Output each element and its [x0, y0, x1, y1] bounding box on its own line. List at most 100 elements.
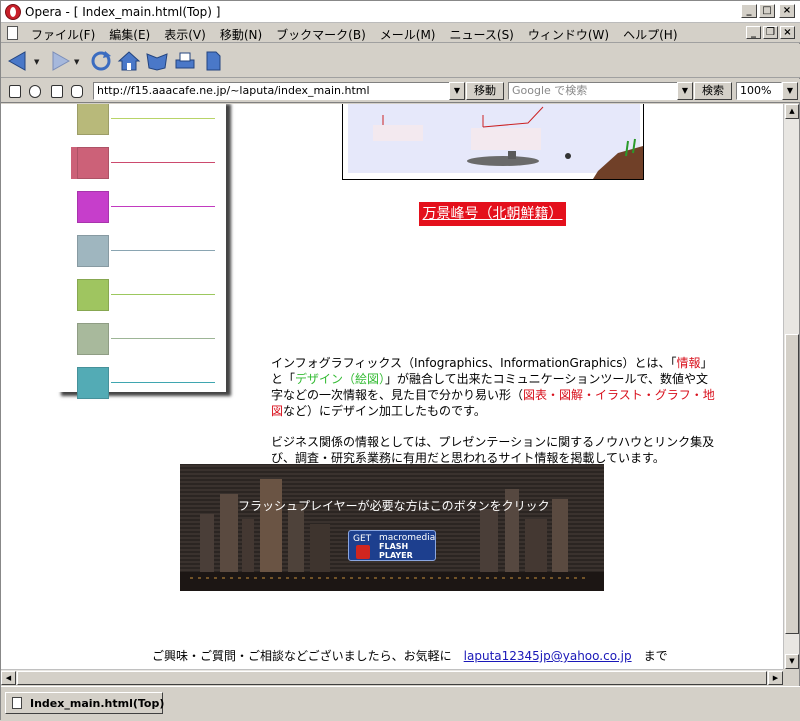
menu-navigate[interactable]: 移動(N) [220, 25, 270, 43]
zoom-field[interactable]: 100% [736, 82, 782, 100]
diagram-illustration [373, 106, 643, 179]
menu-bookmarks[interactable]: ブックマーク(B) [276, 25, 374, 43]
nav-swatch[interactable] [77, 191, 109, 223]
flash-banner: フラッシュプレイヤーが必要な方はこのボタンをクリック GET macromedi… [180, 464, 604, 591]
hotlist-icon[interactable] [145, 50, 169, 72]
menu-help[interactable]: ヘルプ(H) [623, 25, 685, 43]
url-input[interactable]: http://f15.aaacafe.ne.jp/~laputa/index_m… [93, 82, 465, 100]
doc-restore-button[interactable]: ❐ [763, 26, 778, 39]
contact-text: ご興味・ご質問・ご相談などございましたら、お気軽に [152, 649, 464, 663]
page-tab-label: Index_main.html(Top) [30, 697, 165, 710]
nav-swatch[interactable] [77, 147, 109, 179]
flash-btn-get: GET [353, 534, 372, 544]
nav-line [111, 382, 215, 383]
search-engine-dropdown-icon[interactable]: ▼ [677, 82, 693, 100]
flash-logo-icon [356, 545, 370, 559]
contact-text-end: まで [631, 649, 668, 663]
nav-line [111, 294, 215, 295]
nav-swatch[interactable] [77, 279, 109, 311]
navigation-toolbar: ▼ ▼ [1, 44, 800, 78]
nav-rose[interactable] [77, 147, 221, 179]
mangyongbong-link[interactable]: 万景峰号（北朝鮮籍） [419, 202, 566, 226]
cookie-icon[interactable] [29, 85, 41, 98]
vertical-scroll-thumb[interactable] [785, 334, 799, 634]
menu-news[interactable]: ニュース(S) [449, 25, 521, 43]
minimize-button[interactable]: _ [741, 4, 757, 18]
nav-olive[interactable] [77, 104, 221, 135]
vertical-scrollbar[interactable]: ▲ ▼ [783, 104, 799, 669]
go-button[interactable]: 移動 [466, 82, 504, 100]
intro-text: など）にデザイン加工したものです。 [283, 404, 486, 418]
contact-line: ご興味・ご質問・ご相談などございましたら、お気軽に laputa12345jp@… [152, 647, 668, 664]
nav-sage[interactable] [77, 323, 221, 355]
menu-view[interactable]: 表示(V) [164, 25, 214, 43]
opera-logo-icon [5, 4, 21, 20]
security-lock-icon[interactable] [9, 85, 21, 98]
nav-bluegray[interactable] [77, 235, 221, 267]
nav-line [111, 206, 215, 207]
menu-bar: ファイル(F) 編集(E) 表示(V) 移動(N) ブックマーク(B) メール(… [1, 23, 800, 43]
nav-line [111, 250, 215, 251]
intro-text: インフォグラフィックス（Infographics、InformationGrap… [271, 356, 677, 370]
page-tab[interactable]: Index_main.html(Top) [5, 692, 165, 714]
scroll-right-icon[interactable]: ▶ [768, 671, 783, 685]
nav-teal[interactable] [77, 367, 221, 399]
new-page-icon[interactable] [201, 50, 225, 72]
intro-highlight-info: 情報 [676, 356, 701, 370]
intro-highlight-design: デザイン（絵図） [295, 372, 386, 386]
business-paragraph: ビジネス関係の情報としては、プレゼンテーションに関するノウハウとリンク集及び、調… [271, 435, 715, 465]
intro-paragraph: インフォグラフィックス（Infographics、InformationGrap… [271, 355, 716, 419]
search-input[interactable]: Google で検索 [508, 82, 678, 100]
scroll-up-icon[interactable]: ▲ [785, 104, 799, 119]
reload-icon[interactable] [89, 50, 113, 72]
page-tab-bar: Index_main.html(Top) [1, 686, 800, 721]
menu-window[interactable]: ウィンドウ(W) [528, 25, 617, 43]
home-icon[interactable] [117, 50, 141, 72]
page-info-icon[interactable] [51, 85, 63, 98]
printer-small-icon[interactable] [71, 85, 83, 98]
nav-swatch[interactable] [77, 367, 109, 399]
title-bar: Opera - [ Index_main.html(Top) ] _ □ × [1, 1, 800, 23]
forward-arrow-icon[interactable] [47, 50, 71, 72]
nav-swatch[interactable] [77, 104, 109, 135]
horizontal-scroll-thumb[interactable] [17, 671, 767, 685]
zoom-dropdown-icon[interactable]: ▼ [782, 82, 798, 100]
search-button[interactable]: 検索 [694, 82, 732, 100]
document-icon [7, 26, 18, 40]
color-nav-panel [56, 104, 226, 399]
nav-magenta[interactable] [77, 191, 221, 223]
flash-caption: フラッシュプレイヤーが必要な方はこのボタンをクリック [238, 499, 550, 513]
flash-btn-player: PLAYER [379, 551, 413, 560]
scroll-left-icon[interactable]: ◀ [1, 671, 16, 685]
flash-btn-product: FLASH PLAYER [379, 542, 413, 560]
scroll-down-icon[interactable]: ▼ [785, 654, 799, 669]
flash-btn-flash: FLASH [379, 542, 409, 551]
forward-dropdown-icon[interactable]: ▼ [74, 58, 79, 66]
page-content: 万景峰号（北朝鮮籍） インフォグラフィックス（Infographics、Info… [1, 104, 783, 669]
get-flash-player-button[interactable]: GET macromedia FLASH PLAYER [348, 530, 436, 561]
scroll-corner [783, 669, 799, 685]
print-icon[interactable] [173, 50, 197, 72]
nav-swatch[interactable] [77, 323, 109, 355]
page-tab-icon [12, 697, 22, 709]
back-dropdown-icon[interactable]: ▼ [34, 58, 39, 66]
address-bar: http://f15.aaacafe.ne.jp/~laputa/index_m… [1, 79, 800, 103]
nav-line [111, 162, 215, 163]
menu-file[interactable]: ファイル(F) [31, 25, 103, 43]
doc-close-button[interactable]: × [780, 26, 795, 39]
doc-minimize-button[interactable]: _ [746, 26, 761, 39]
horizontal-scrollbar[interactable]: ◀ ▶ [1, 669, 783, 685]
nav-line [111, 118, 215, 119]
back-arrow-icon[interactable] [7, 50, 31, 72]
submarine-diagram-image [342, 104, 644, 180]
menu-edit[interactable]: 編集(E) [109, 25, 158, 43]
city-skyline-illustration [180, 479, 604, 591]
close-button[interactable]: × [779, 4, 795, 18]
menu-mail[interactable]: メール(M) [380, 25, 444, 43]
nav-swatch[interactable] [77, 235, 109, 267]
nav-green[interactable] [77, 279, 221, 311]
url-dropdown-icon[interactable]: ▼ [449, 82, 465, 100]
browser-window: Opera - [ Index_main.html(Top) ] _ □ × フ… [0, 0, 800, 721]
email-link[interactable]: laputa12345jp@yahoo.co.jp [464, 649, 632, 663]
maximize-button[interactable]: □ [759, 4, 775, 18]
